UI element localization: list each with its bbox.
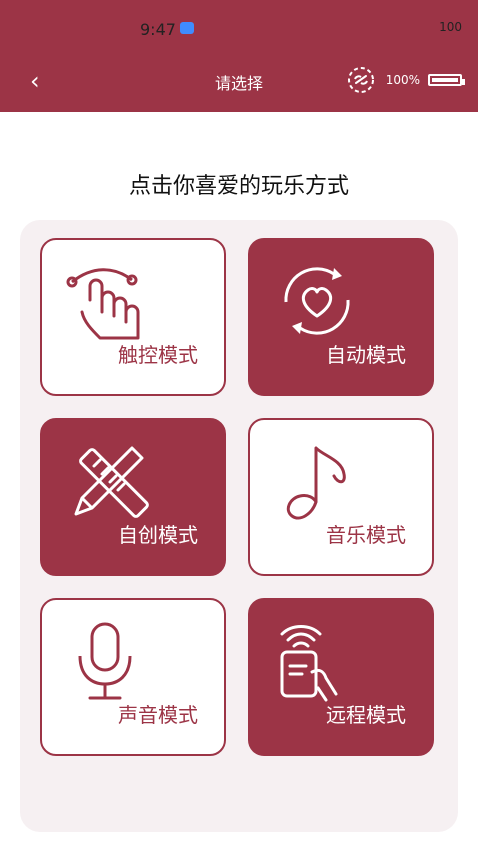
mode-card-remote[interactable]: 远程模式 [248,598,434,756]
microphone-icon [78,622,132,700]
notification-icon [180,22,194,34]
music-note-icon [286,446,346,520]
remote-phone-icon [280,625,338,702]
mode-label: 自动模式 [326,343,406,367]
device-status[interactable]: 100% [344,66,465,94]
mode-panel: 触控模式 自动模式 自创模式 音乐模式 声音模式 远程模式 [20,220,458,832]
mode-label: 远程模式 [326,703,406,727]
mode-card-voice[interactable]: 声音模式 [40,598,226,756]
ruler-pencil-icon [74,446,149,518]
status-time: 9:47 [140,20,176,39]
link-icon [347,67,374,93]
touch-hand-icon [66,268,140,340]
battery-level: 100 [439,20,462,34]
mode-label: 音乐模式 [326,523,406,547]
mode-label: 自创模式 [118,523,198,547]
mode-card-auto[interactable]: 自动模式 [248,238,434,396]
mode-card-custom[interactable]: 自创模式 [40,418,226,576]
page-headline: 点击你喜爱的玩乐方式 [128,174,349,199]
mode-label: 声音模式 [118,703,198,727]
battery-icon [428,74,465,86]
mode-label: 触控模式 [118,343,198,367]
heart-cycle-icon [284,267,350,335]
top-bar: 9:47 100 ‹ 请选择 100% [0,0,478,112]
battery-percent: 100% [385,73,420,87]
status-battery: 100 [439,20,462,34]
mode-card-music[interactable]: 音乐模式 [248,418,434,576]
mode-card-touch[interactable]: 触控模式 [40,238,226,396]
